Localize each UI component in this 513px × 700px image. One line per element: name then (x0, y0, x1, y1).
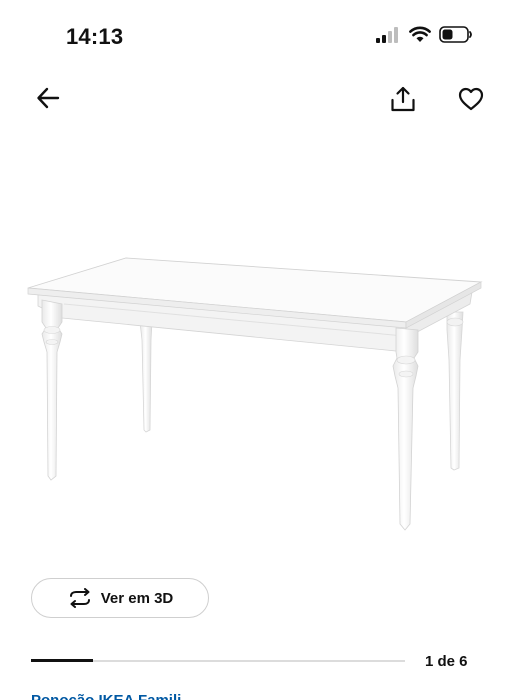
view-3d-label: Ver em 3D (100, 589, 174, 607)
cellular-signal-icon (376, 26, 398, 43)
carousel-progress (31, 659, 405, 662)
back-button[interactable] (34, 84, 62, 112)
battery-icon (439, 26, 472, 43)
carousel-counter: 1 de 6 (425, 653, 468, 670)
product-page: 14:13 Ver em 3D 1 de 6 (0, 0, 513, 700)
table-front-leg-right (392, 327, 419, 531)
product-image[interactable] (0, 130, 513, 560)
status-time: 14:13 (66, 24, 124, 49)
seller-link[interactable]: Ponoção IKEA Famili... (31, 692, 194, 700)
wifi-icon (409, 26, 431, 42)
table-front-leg-left (41, 299, 63, 481)
table-back-leg-left (139, 321, 153, 433)
view-3d-button[interactable]: Ver em 3D (31, 578, 209, 618)
carousel-progress-fill (31, 659, 94, 662)
share-button[interactable] (388, 84, 418, 114)
arrow-left-icon (37, 87, 60, 109)
status-bar: 14:13 (0, 0, 513, 76)
heart-icon (458, 87, 484, 111)
share-icon (391, 86, 415, 112)
status-icons (375, 26, 473, 43)
table-back-leg-right (446, 311, 464, 471)
favourite-button[interactable] (456, 84, 486, 114)
rotate-3d-icon (69, 588, 90, 608)
